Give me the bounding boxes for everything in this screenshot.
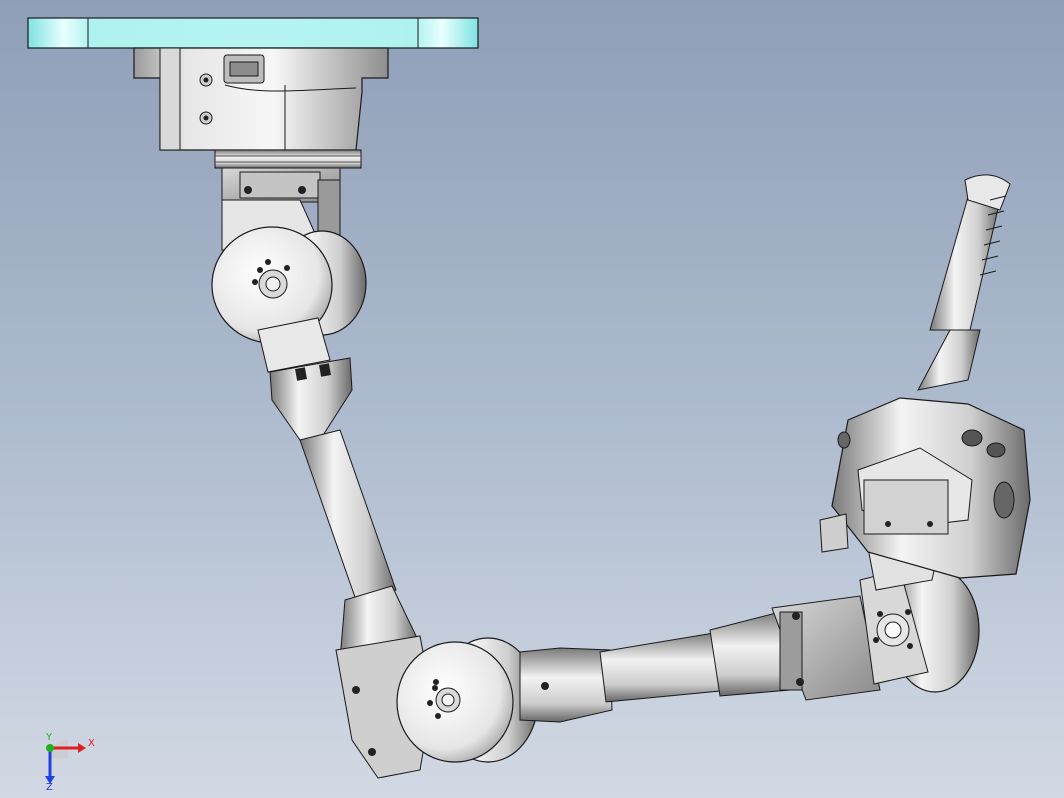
mount-plate[interactable] [27, 17, 479, 49]
orientation-triad: X Y Z [45, 732, 95, 790]
z-axis-label: Z [46, 782, 53, 790]
x-axis-arrowhead-icon [78, 743, 86, 753]
hand-assembly[interactable] [819, 174, 1031, 579]
y-axis-dot-icon [46, 744, 54, 752]
shoulder-joint[interactable] [211, 167, 367, 373]
robot-arm-model[interactable] [0, 0, 1064, 798]
x-axis-label: X [88, 738, 95, 749]
base-housing[interactable] [133, 47, 389, 169]
upper-arm-link[interactable] [269, 357, 419, 661]
graphics-viewport[interactable]: X Y Z [0, 0, 1064, 798]
forearm-link[interactable] [519, 611, 791, 723]
y-axis-label: Y [45, 732, 53, 743]
elbow-joint[interactable] [335, 635, 539, 779]
